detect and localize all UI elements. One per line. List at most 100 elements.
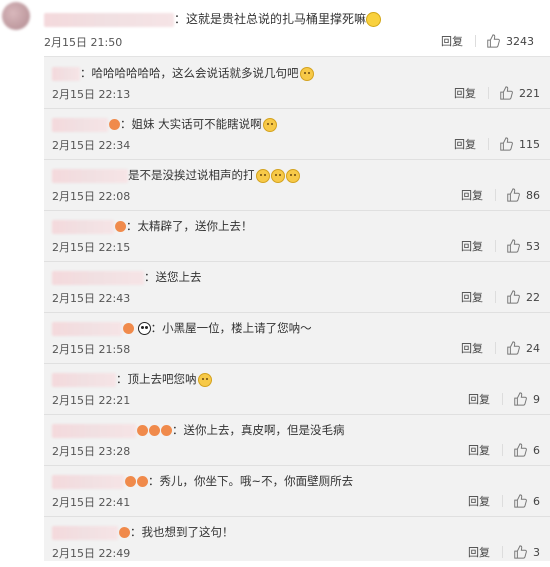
main-comment: ：这就是贵社总说的扎马桶里撑死嘛 2月15日 21:50 回复 3243 [0,0,550,56]
divider [488,138,489,150]
emoji-icon [197,372,212,387]
reply-item: ：顶上去吧您呐 2月15日 22:21 回复 9 [44,363,550,415]
reply-button[interactable]: 回复 [468,544,490,560]
username-blurred[interactable] [52,372,116,387]
emoji-icon [255,168,270,183]
reply-text: 是不是没挨过说相声的打 [128,168,255,182]
reply-text: ：顶上去吧您呐 [116,372,197,386]
like-count: 22 [526,290,540,304]
vip-badge-icon [137,476,148,487]
divider [502,495,503,507]
reply-button[interactable]: 回复 [468,442,490,458]
emoji-icon [299,66,314,81]
laugh-emoji-icon [366,12,382,27]
reply-actions: 回复 3 [468,544,540,560]
comment-actions: 回复 3243 [441,33,534,49]
reply-text: ：太精辟了，送你上去！ [126,219,253,233]
thumbs-up-icon[interactable] [513,443,527,457]
username-blurred[interactable] [52,321,122,336]
thumbs-up-icon[interactable] [513,545,527,559]
reply-item: ：送您上去 2月15日 22:43 回复 22 [44,261,550,313]
thumbs-up-icon[interactable] [513,494,527,508]
reply-list: ：哈哈哈哈哈哈，这么会说话就多说几句吧 2月15日 22:13 回复 221 ：… [44,56,550,561]
comment-text: ：这就是贵社总说的扎马桶里撑死嘛 [174,12,367,26]
username-blurred[interactable] [52,270,144,285]
username-blurred[interactable] [52,117,108,132]
vip-badge-icon [137,425,148,436]
reply-item: ：秀儿，你坐下。哦~不，你面壁厕所去 2月15日 22:41 回复 6 [44,465,550,517]
vip-badge-icon [109,119,120,130]
divider [495,291,496,303]
vip-badge-icon [149,425,160,436]
thumbs-up-icon[interactable] [513,392,527,406]
thumbs-up-icon[interactable] [506,188,520,202]
username-blurred[interactable] [52,219,114,234]
thumbs-up-icon[interactable] [499,137,513,151]
like-count: 221 [519,86,540,100]
reply-text: ：哈哈哈哈哈哈，这么会说话就多说几句吧 [80,66,299,80]
reply-button[interactable]: 回复 [468,391,490,407]
username-blurred[interactable] [52,168,128,183]
thumbs-up-icon[interactable] [499,86,513,100]
username-blurred[interactable] [52,66,80,81]
reply-button[interactable]: 回复 [461,238,483,254]
vip-badge-icon [161,425,172,436]
emoji-icon [262,117,277,132]
divider [475,35,476,47]
divider [502,393,503,405]
thumbs-up-icon[interactable] [486,34,500,48]
reply-text: ：秀儿，你坐下。哦~不，你面壁厕所去 [148,474,354,488]
reply-button[interactable]: 回复 [454,85,476,101]
vip-badge-icon [119,527,130,538]
reply-button[interactable]: 回复 [461,187,483,203]
reply-time: 2月15日 23:28 [52,445,131,458]
divider [502,546,503,558]
reply-actions: 回复 9 [468,391,540,407]
reply-time: 2月15日 22:13 [52,88,131,101]
reply-item: ：姐妹 大实话可不能瞎说啊 2月15日 22:34 回复 115 [44,108,550,160]
panda-emoji-icon [137,322,151,335]
reply-time: 2月15日 22:15 [52,241,131,254]
reply-actions: 回复 6 [468,442,540,458]
like-count: 3243 [506,34,534,48]
reply-text: ：姐妹 大实话可不能瞎说啊 [120,117,262,131]
username-blurred[interactable] [44,12,174,27]
like-count: 86 [526,188,540,202]
reply-time: 2月15日 22:43 [52,292,131,305]
vip-badge-icon [125,476,136,487]
username-blurred[interactable] [52,474,124,489]
comment-time: 2月15日 21:50 [44,36,123,49]
reply-actions: 回复 24 [461,340,540,356]
like-count: 24 [526,341,540,355]
like-count: 3 [533,545,540,559]
thumbs-up-icon[interactable] [506,290,520,304]
reply-actions: 回复 22 [461,289,540,305]
reply-button[interactable]: 回复 [454,136,476,152]
reply-item: ：送你上去，真皮啊，但是没毛病 2月15日 23:28 回复 6 [44,414,550,466]
username-blurred[interactable] [52,423,136,438]
reply-button[interactable]: 回复 [461,340,483,356]
like-count: 6 [533,443,540,457]
username-blurred[interactable] [52,525,118,540]
thumbs-up-icon[interactable] [506,239,520,253]
reply-item: ：太精辟了，送你上去！ 2月15日 22:15 回复 53 [44,210,550,262]
reply-time: 2月15日 22:34 [52,139,131,152]
avatar[interactable] [2,2,30,30]
reply-item: 是不是没挨过说相声的打 2月15日 22:08 回复 86 [44,159,550,211]
divider [495,189,496,201]
like-count: 115 [519,137,540,151]
reply-button[interactable]: 回复 [468,493,490,509]
reply-actions: 回复 115 [454,136,540,152]
reply-text: ：送你上去，真皮啊，但是没毛病 [172,423,345,437]
reply-time: 2月15日 22:41 [52,496,131,509]
reply-actions: 回复 53 [461,238,540,254]
like-count: 53 [526,239,540,253]
reply-button[interactable]: 回复 [461,289,483,305]
reply-item: ：我也想到了这句！ 2月15日 22:49 回复 3 [44,516,550,567]
reply-actions: 回复 221 [454,85,540,101]
reply-time: 2月15日 22:21 [52,394,131,407]
divider [488,87,489,99]
vip-badge-icon [123,323,134,334]
reply-button[interactable]: 回复 [441,33,463,49]
thumbs-up-icon[interactable] [506,341,520,355]
